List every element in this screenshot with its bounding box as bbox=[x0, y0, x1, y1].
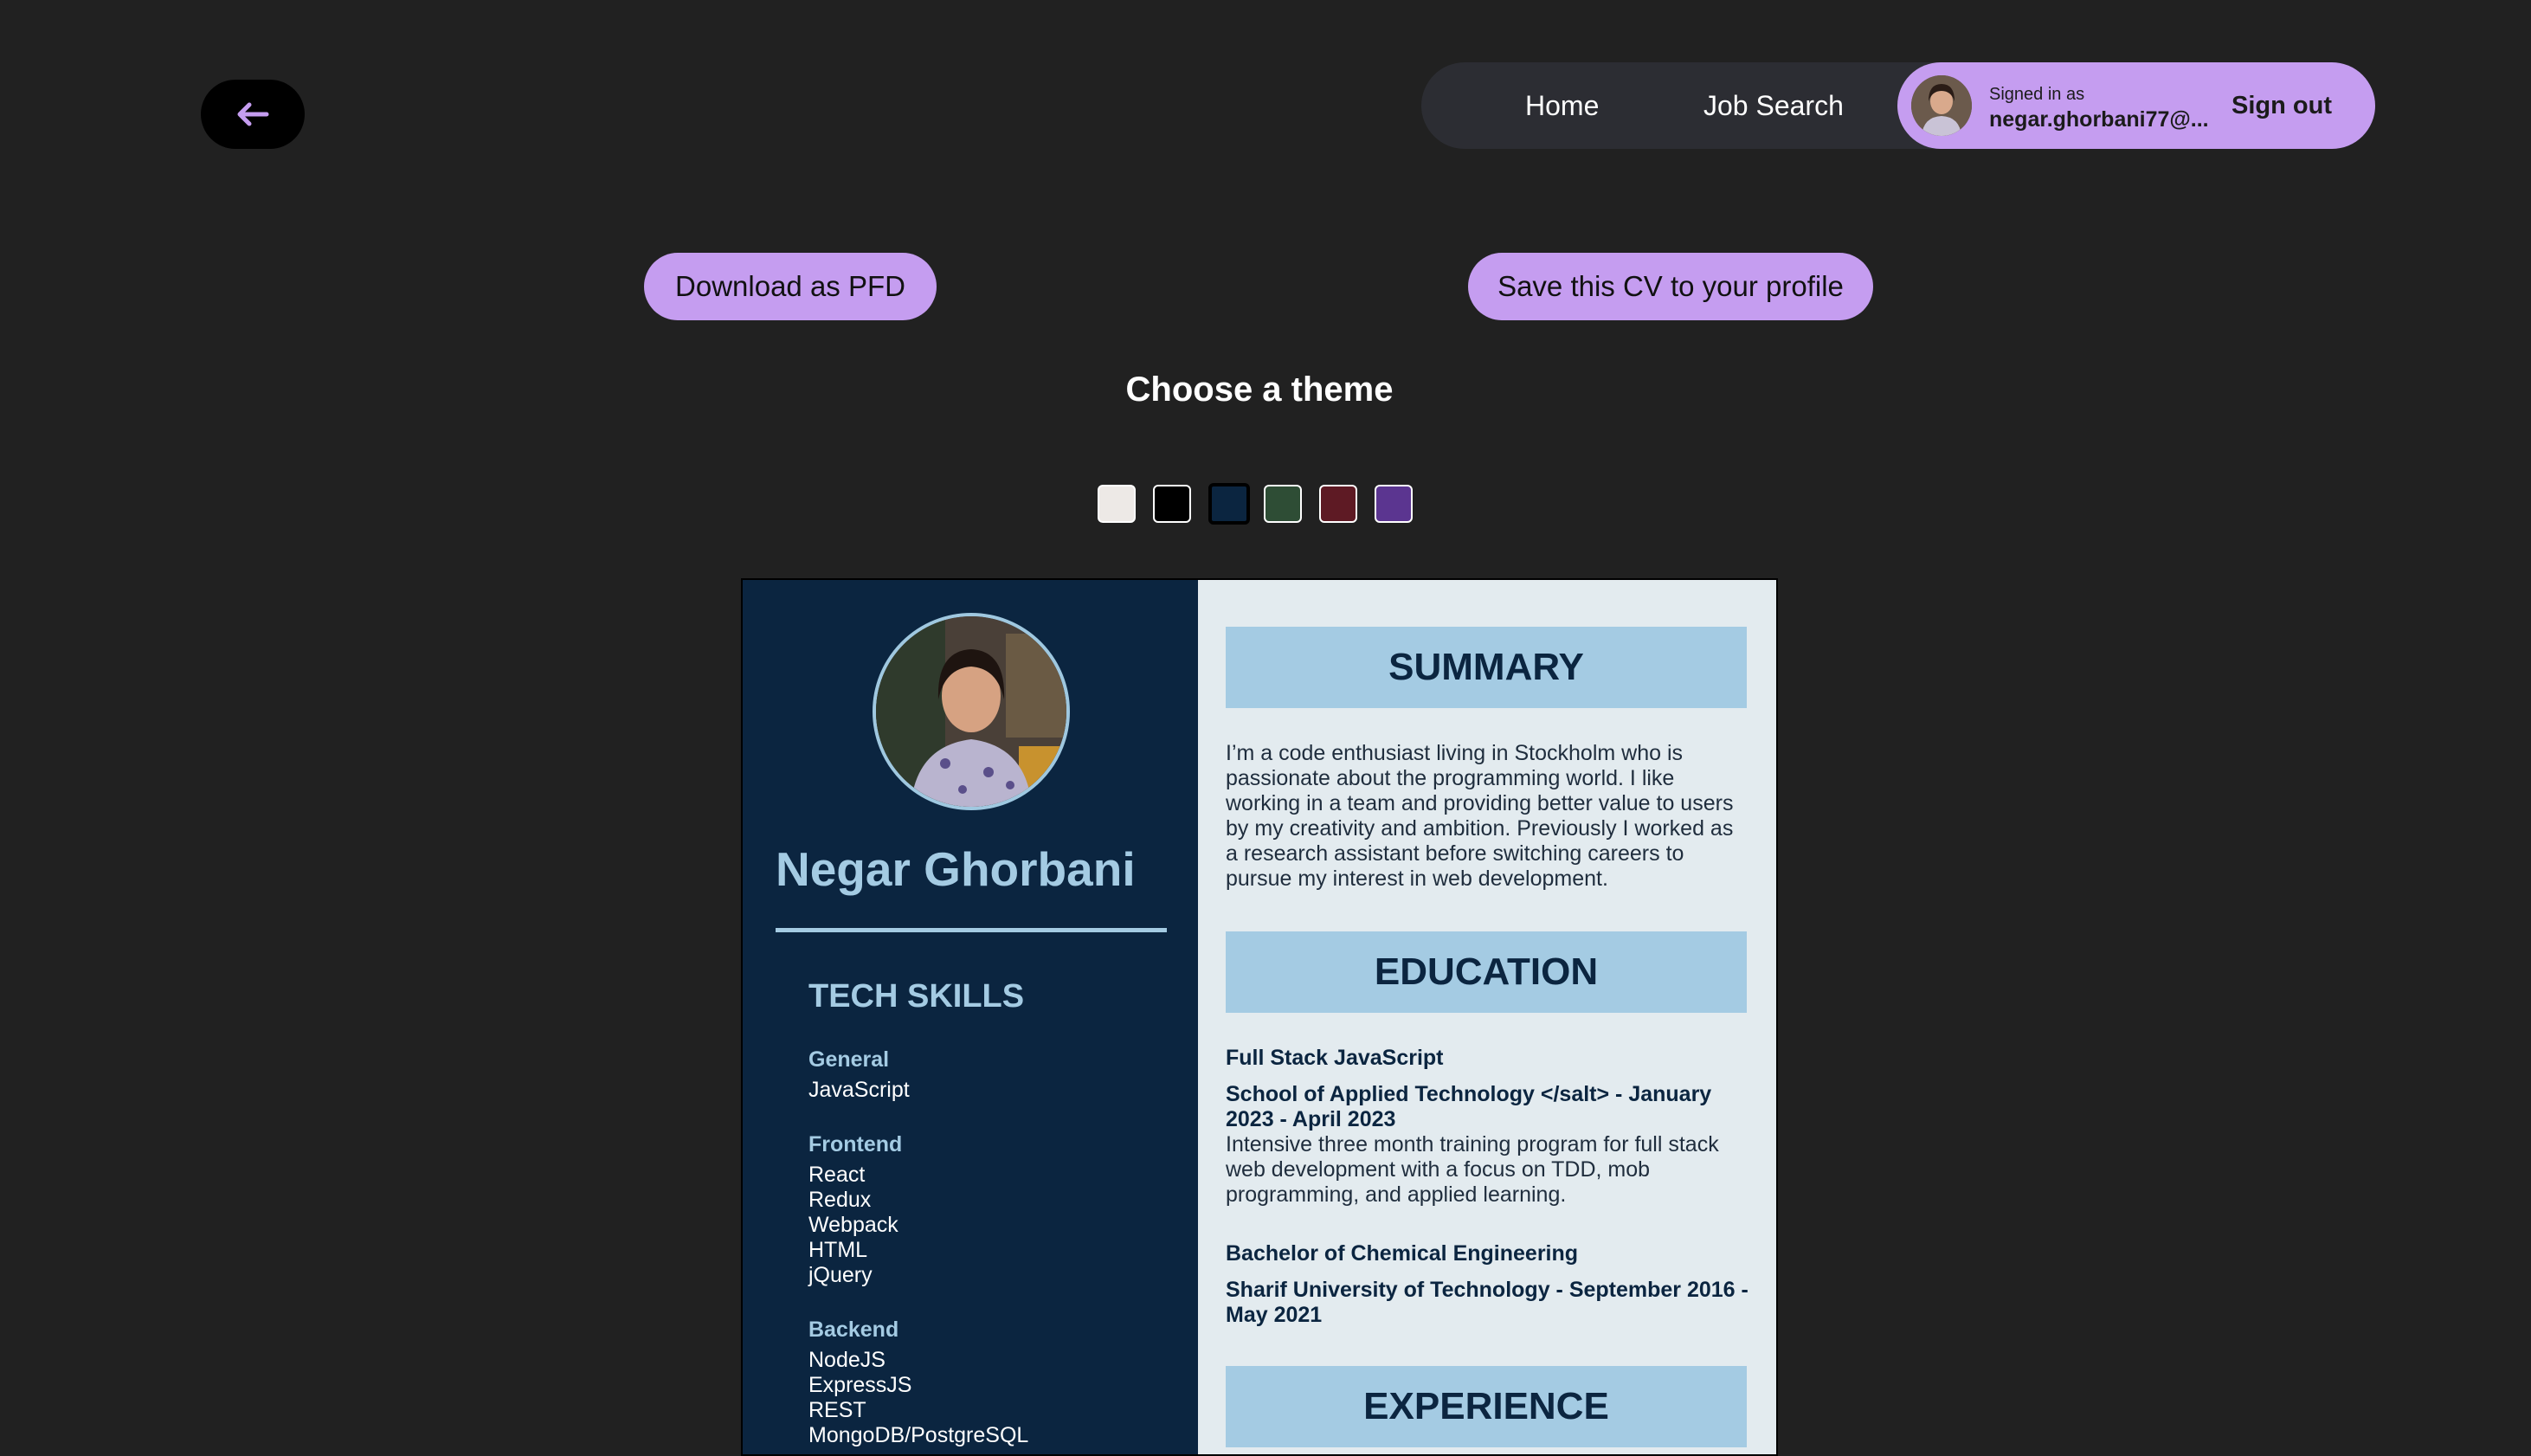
theme-title: Choose a theme bbox=[1125, 370, 1394, 409]
skill-item: Webpack bbox=[808, 1213, 898, 1237]
summary-text: I’m a code enthusiast living in Stockhol… bbox=[1226, 741, 1734, 891]
skill-item: jQuery bbox=[808, 1263, 873, 1287]
signed-in-label: Signed in as bbox=[1989, 85, 2085, 104]
skill-item: HTML bbox=[808, 1238, 868, 1262]
skill-item: MongoDB/PostgreSQL bbox=[808, 1423, 1029, 1447]
user-email: negar.ghorbani77@... bbox=[1989, 107, 2209, 132]
skill-item: NodeJS bbox=[808, 1348, 886, 1372]
skill-item: Redux bbox=[808, 1188, 872, 1212]
theme-swatch[interactable] bbox=[1319, 485, 1357, 523]
user-menu: Signed in as negar.ghorbani77@... Sign o… bbox=[1897, 62, 2375, 149]
save-cv-button[interactable]: Save this CV to your profile bbox=[1468, 253, 1873, 320]
experience-heading: EXPERIENCE bbox=[1226, 1366, 1747, 1447]
education-description: Intensive three month training program f… bbox=[1226, 1132, 1719, 1207]
skills-title: TECH SKILLS bbox=[808, 978, 1025, 1015]
theme-swatch[interactable] bbox=[1098, 485, 1136, 523]
theme-swatch[interactable] bbox=[1264, 485, 1302, 523]
nav-home-link[interactable]: Home bbox=[1525, 62, 1599, 149]
back-button[interactable] bbox=[201, 80, 305, 149]
nav-job-search-link[interactable]: Job Search bbox=[1703, 62, 1844, 149]
cv-main: SUMMARY I’m a code enthusiast living in … bbox=[1198, 580, 1776, 1454]
education-school: School of Applied Technology </salt> - J… bbox=[1226, 1082, 1712, 1131]
avatar bbox=[1911, 75, 1972, 136]
cv-preview: Negar Ghorbani TECH SKILLS General JavaS… bbox=[741, 578, 1778, 1456]
profile-photo bbox=[873, 613, 1070, 810]
theme-swatch[interactable] bbox=[1375, 485, 1413, 523]
education-heading: EDUCATION bbox=[1226, 931, 1747, 1013]
arrow-left-icon bbox=[237, 102, 269, 126]
education-school: Sharif University of Technology - Septem… bbox=[1226, 1278, 1749, 1327]
education-degree: Bachelor of Chemical Engineering bbox=[1226, 1241, 1579, 1266]
skill-group-backend: Backend NodeJS ExpressJS REST MongoDB/Po… bbox=[808, 1317, 1028, 1448]
theme-swatch[interactable] bbox=[1153, 485, 1191, 523]
name-divider bbox=[776, 928, 1167, 932]
skill-group-frontend: Frontend React Redux Webpack HTML jQuery bbox=[808, 1132, 902, 1288]
skill-group-general: General JavaScript bbox=[808, 1047, 910, 1103]
skill-group-heading: Frontend bbox=[808, 1132, 903, 1156]
theme-swatch[interactable] bbox=[1208, 483, 1250, 525]
skill-item: JavaScript bbox=[808, 1078, 910, 1102]
download-pdf-button[interactable]: Download as PFD bbox=[644, 253, 937, 320]
skill-group-heading: General bbox=[808, 1047, 890, 1072]
skill-item: REST bbox=[808, 1398, 866, 1422]
sign-out-button[interactable]: Sign out bbox=[2232, 62, 2332, 149]
cv-sidebar: Negar Ghorbani TECH SKILLS General JavaS… bbox=[743, 580, 1198, 1454]
summary-heading: SUMMARY bbox=[1226, 627, 1747, 708]
education-degree: Full Stack JavaScript bbox=[1226, 1046, 1444, 1070]
skill-item: ExpressJS bbox=[808, 1373, 912, 1397]
skill-item: React bbox=[808, 1163, 866, 1187]
cv-name: Negar Ghorbani bbox=[776, 842, 1136, 896]
skill-group-heading: Backend bbox=[808, 1317, 899, 1342]
